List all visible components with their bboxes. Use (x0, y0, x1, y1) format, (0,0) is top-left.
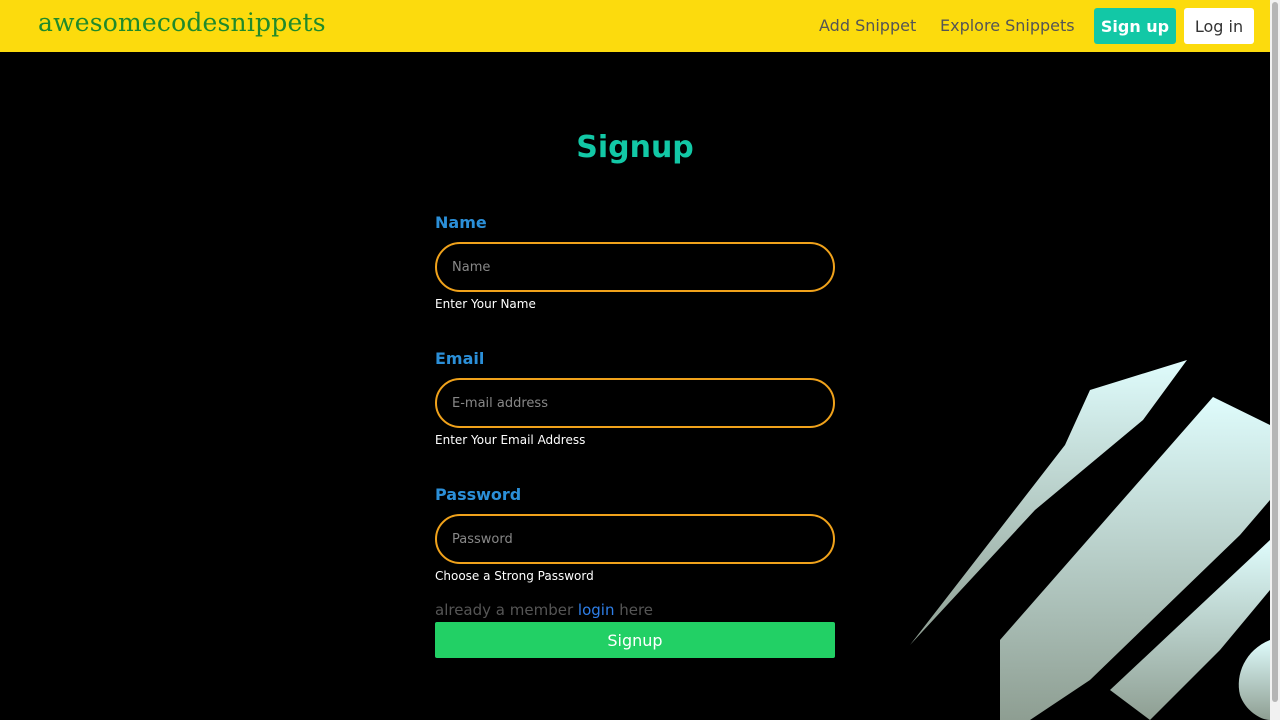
navbar: awesomecodesnippets Add Snippet Explore … (0, 0, 1270, 52)
explore-snippets-link[interactable]: Explore Snippets (940, 16, 1075, 35)
scrollbar[interactable] (1270, 0, 1280, 720)
nav-signup-button[interactable]: Sign up (1094, 8, 1176, 44)
scrollbar-thumb[interactable] (1272, 2, 1278, 702)
nav-login-button[interactable]: Log in (1184, 8, 1254, 44)
name-label: Name (435, 213, 487, 232)
add-snippet-link[interactable]: Add Snippet (819, 16, 916, 35)
password-label: Password (435, 485, 522, 504)
name-help-text: Enter Your Name (435, 297, 536, 311)
already-member-text: already a member login here (435, 601, 653, 619)
member-suffix: here (619, 601, 654, 619)
page-title: Signup (576, 130, 694, 165)
email-help-text: Enter Your Email Address (435, 433, 586, 447)
decorative-shapes (910, 360, 1270, 720)
deco-shard-4 (1238, 640, 1270, 720)
brand-logo-link[interactable]: awesomecodesnippets (38, 8, 326, 37)
email-label: Email (435, 349, 485, 368)
login-link[interactable]: login (578, 601, 615, 619)
password-help-text: Choose a Strong Password (435, 569, 594, 583)
password-input[interactable] (435, 514, 835, 564)
email-input[interactable] (435, 378, 835, 428)
member-prefix: already a member (435, 601, 574, 619)
name-input[interactable] (435, 242, 835, 292)
signup-submit-button[interactable]: Signup (435, 622, 835, 658)
